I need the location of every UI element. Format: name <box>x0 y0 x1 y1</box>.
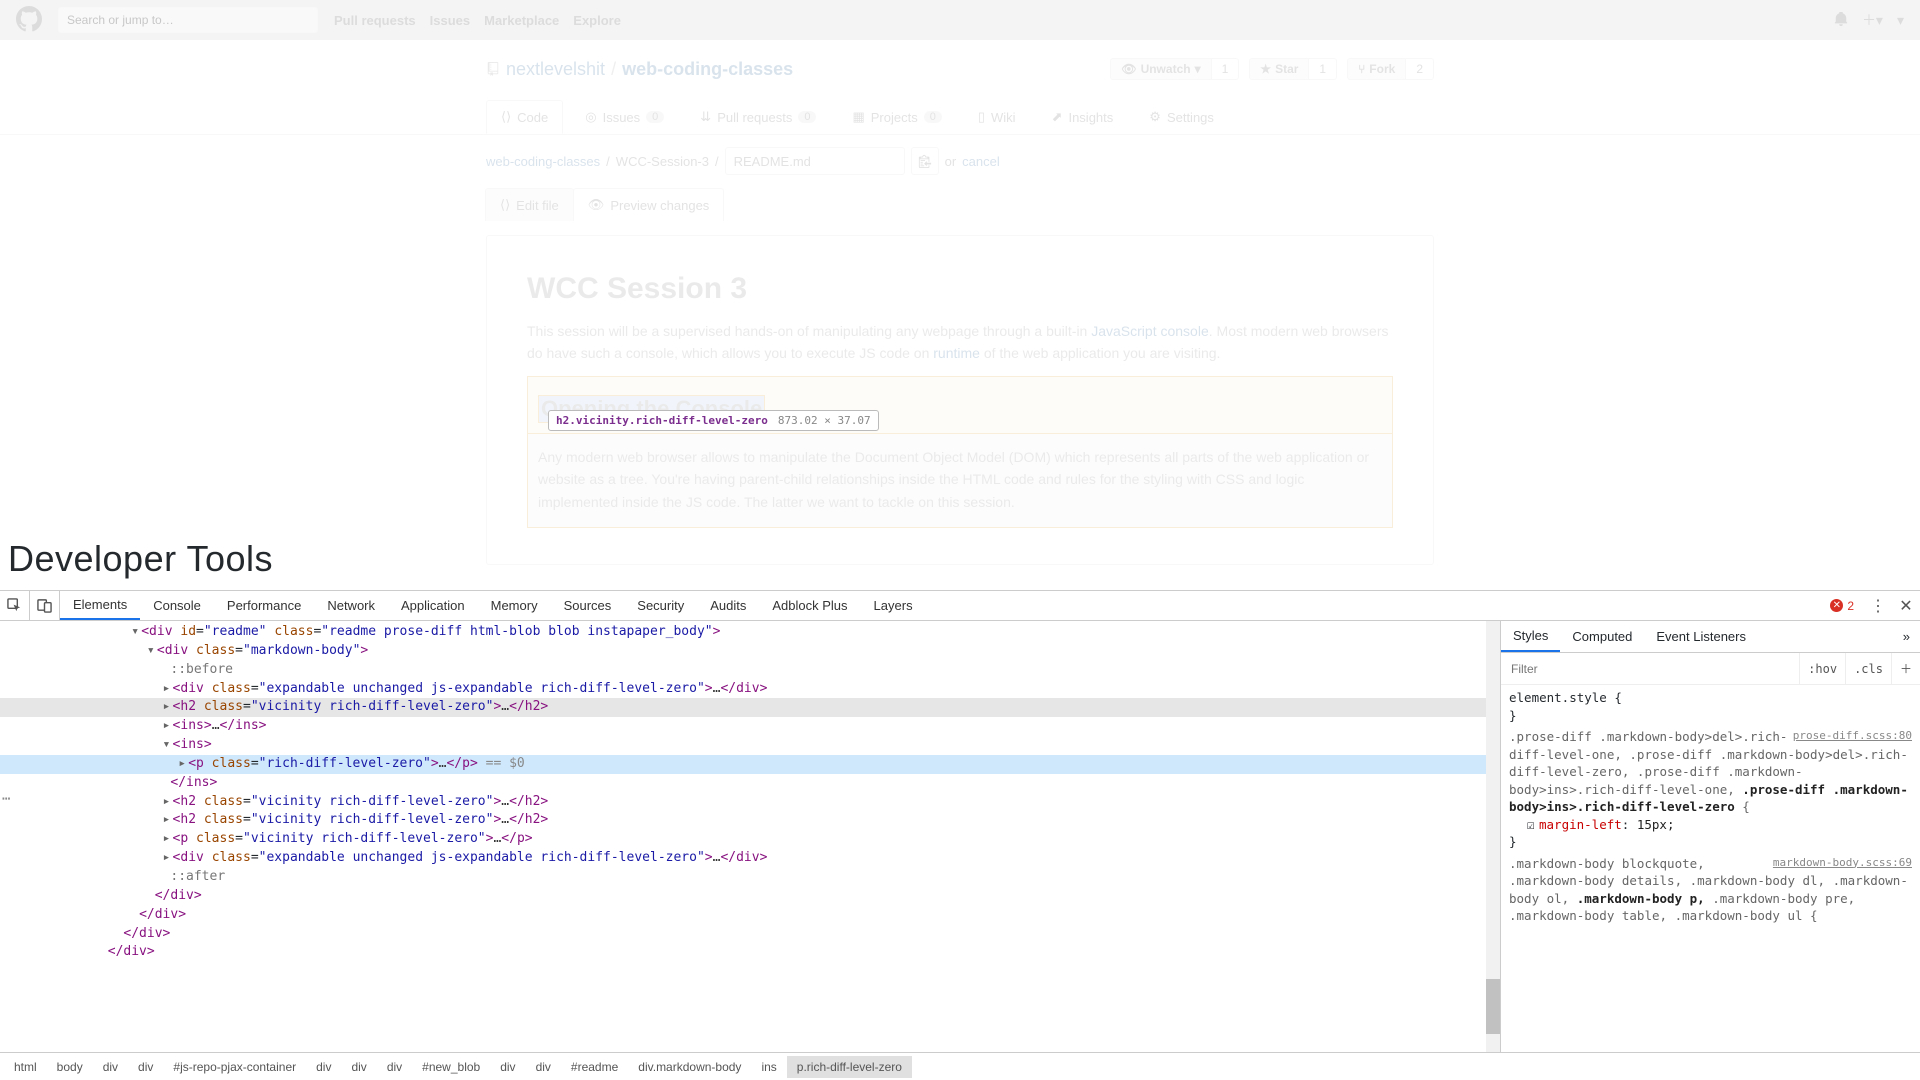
breadcrumb-node[interactable]: div <box>526 1056 561 1078</box>
breadcrumb-root[interactable]: web-coding-classes <box>486 154 600 169</box>
dom-scrollbar[interactable] <box>1486 621 1500 1052</box>
device-mode-icon[interactable] <box>30 591 60 620</box>
devtools-tab-application[interactable]: Application <box>388 591 478 620</box>
runtime-link[interactable]: runtime <box>933 345 980 361</box>
nav-pullrequests[interactable]: Pull requests <box>334 13 416 28</box>
tooltip-dimensions: 873.02 × 37.07 <box>778 414 871 427</box>
github-header: Pull requests Issues Marketplace Explore… <box>0 0 1920 40</box>
doc-h1: WCC Session 3 <box>527 272 1393 306</box>
breadcrumb-node[interactable]: div.markdown-body <box>628 1056 751 1078</box>
devtools-panel: ElementsConsolePerformanceNetworkApplica… <box>0 590 1920 1080</box>
github-search-input[interactable] <box>58 7 318 33</box>
hov-toggle[interactable]: :hov <box>1799 653 1845 684</box>
nav-marketplace[interactable]: Marketplace <box>484 13 559 28</box>
tab-issues[interactable]: ◎ Issues 0 <box>571 100 678 134</box>
breadcrumb-folder: WCC-Session-3 <box>616 154 709 169</box>
developer-tools-label: Developer Tools <box>8 538 273 580</box>
devtools-tab-performance[interactable]: Performance <box>214 591 314 620</box>
breadcrumb-node[interactable]: div <box>341 1056 376 1078</box>
avatar-icon[interactable]: ▾ <box>1897 12 1904 29</box>
devtools-tab-layers[interactable]: Layers <box>861 591 926 620</box>
inspect-element-icon[interactable] <box>0 591 30 620</box>
tab-code[interactable]: ⟨⟩ Code <box>486 100 563 134</box>
breadcrumb-node[interactable]: div <box>128 1056 163 1078</box>
tab-insights[interactable]: ⬈ Insights <box>1038 100 1128 134</box>
breadcrumb-node[interactable]: div <box>490 1056 525 1078</box>
error-icon: ✕ <box>1830 599 1843 612</box>
filename-input[interactable] <box>725 147 905 175</box>
repo-name-link[interactable]: web-coding-classes <box>622 59 793 80</box>
repo-owner-link[interactable]: nextlevelshit <box>506 59 605 80</box>
tab-projects[interactable]: ▦ Projects 0 <box>838 100 955 134</box>
tooltip-selector: h2.vicinity.rich-diff-level-zero <box>556 414 768 427</box>
breadcrumb-node[interactable]: p.rich-diff-level-zero <box>787 1056 912 1078</box>
plus-icon[interactable]: ＋▾ <box>1862 10 1883 30</box>
devtools-tab-elements[interactable]: Elements <box>60 591 140 620</box>
devtools-tab-audits[interactable]: Audits <box>697 591 759 620</box>
breadcrumb-node[interactable]: div <box>93 1056 128 1078</box>
watchers-count[interactable]: 1 <box>1212 58 1240 80</box>
fork-button[interactable]: ⑂ Fork <box>1347 58 1406 80</box>
dom-breadcrumb[interactable]: htmlbodydivdiv#js-repo-pjax-containerdiv… <box>0 1052 1920 1080</box>
copy-path-button[interactable] <box>911 147 939 175</box>
tab-settings[interactable]: ⚙ Settings <box>1135 100 1228 134</box>
devtools-tab-network[interactable]: Network <box>314 591 388 620</box>
error-count[interactable]: ✕2 <box>1820 591 1864 620</box>
breadcrumb-node[interactable]: ins <box>751 1056 786 1078</box>
star-button[interactable]: ★ Star <box>1249 58 1309 80</box>
css-source-link-2[interactable]: markdown-body.scss:69 <box>1773 855 1912 870</box>
breadcrumb-node[interactable]: div <box>306 1056 341 1078</box>
preview-changes-tab[interactable]: 👁 Preview changes <box>573 188 725 221</box>
tab-pulls[interactable]: ⇊ Pull requests 0 <box>686 100 830 134</box>
styles-pane[interactable]: element.style { } prose-diff.scss:80 .pr… <box>1501 685 1920 1052</box>
ellipsis-icon[interactable]: ⋯ <box>2 789 10 809</box>
forks-count[interactable]: 2 <box>1406 58 1434 80</box>
nav-explore[interactable]: Explore <box>573 13 621 28</box>
breadcrumb-node[interactable]: body <box>47 1056 93 1078</box>
cancel-link[interactable]: cancel <box>962 154 1000 169</box>
or-text: or <box>945 154 957 169</box>
unwatch-button[interactable]: 👁 Unwatch ▾ <box>1110 58 1211 80</box>
devtools-tab-memory[interactable]: Memory <box>478 591 551 620</box>
cls-toggle[interactable]: .cls <box>1845 653 1891 684</box>
devtools-close-icon[interactable]: ✕ <box>1892 591 1920 620</box>
tab-wiki[interactable]: ▯ Wiki <box>964 100 1030 134</box>
devtools-tab-adblock-plus[interactable]: Adblock Plus <box>759 591 860 620</box>
devtools-menu-icon[interactable]: ⋮ <box>1864 591 1892 620</box>
css-source-link-1[interactable]: prose-diff.scss:80 <box>1793 728 1912 743</box>
bell-icon[interactable] <box>1834 12 1848 29</box>
edit-file-tab[interactable]: ⟨⟩ Edit file <box>485 188 574 221</box>
breadcrumb-node[interactable]: #readme <box>561 1056 628 1078</box>
styles-tab[interactable]: Styles <box>1501 621 1560 652</box>
breadcrumb-node[interactable]: #js-repo-pjax-container <box>163 1056 306 1078</box>
breadcrumb-node[interactable]: #new_blob <box>412 1056 490 1078</box>
js-console-link[interactable]: JavaScript console <box>1091 323 1209 339</box>
devtools-tab-security[interactable]: Security <box>624 591 697 620</box>
more-tabs-icon[interactable]: » <box>1893 621 1920 652</box>
computed-tab[interactable]: Computed <box>1560 621 1644 652</box>
breadcrumb-node[interactable]: div <box>377 1056 412 1078</box>
doc-paragraph-1: This session will be a supervised hands-… <box>527 320 1393 365</box>
breadcrumb-node[interactable]: html <box>4 1056 47 1078</box>
github-logo-icon[interactable] <box>16 6 42 35</box>
dom-tree[interactable]: ⋯ ▾<div id="readme" class="readme prose-… <box>0 621 1486 1052</box>
stars-count[interactable]: 1 <box>1309 58 1337 80</box>
new-rule-icon[interactable]: ＋ <box>1891 653 1920 684</box>
devtools-tab-console[interactable]: Console <box>140 591 214 620</box>
event-listeners-tab[interactable]: Event Listeners <box>1644 621 1758 652</box>
repo-icon <box>486 62 500 76</box>
inspector-tooltip: h2.vicinity.rich-diff-level-zero 873.02 … <box>548 410 879 431</box>
inline-style-selector: element.style { <box>1509 690 1622 705</box>
doc-paragraph-2: Any modern web browser allows to manipul… <box>527 434 1393 528</box>
nav-issues[interactable]: Issues <box>430 13 470 28</box>
devtools-tab-sources[interactable]: Sources <box>551 591 625 620</box>
styles-filter-input[interactable] <box>1501 662 1799 676</box>
